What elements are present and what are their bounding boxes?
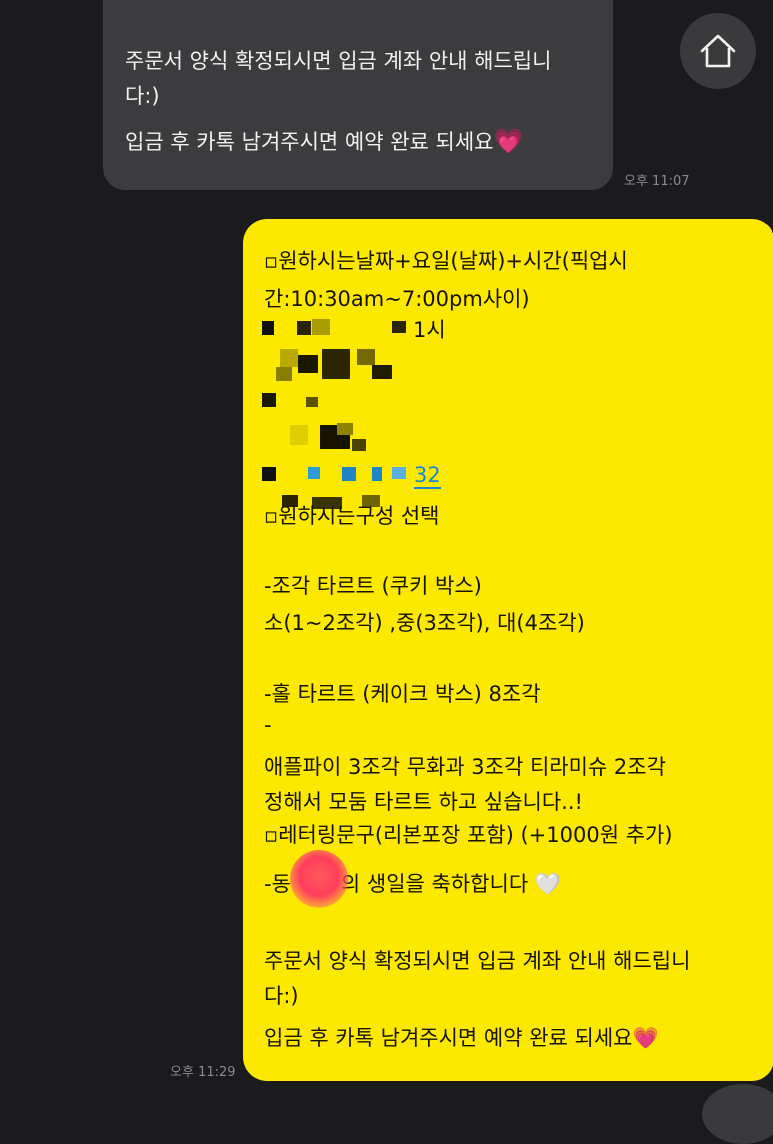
home-button[interactable] <box>680 13 756 89</box>
incoming-message-line: 다:) <box>125 84 160 108</box>
floating-button[interactable] <box>702 1084 773 1144</box>
home-icon <box>700 34 736 68</box>
message-line: -홀 타르트 (케이크 박스) 8조각 <box>264 682 541 706</box>
phone-link[interactable]: 32 <box>414 463 441 489</box>
white-heart-emoji: 🤍 <box>534 872 561 896</box>
bubble-tail <box>744 222 773 244</box>
incoming-timestamp: 오후 11:07 <box>624 174 690 189</box>
message-line: -조각 타르트 (쿠키 박스) <box>264 574 482 598</box>
message-line: 간:10:30am~7:00pm사이) <box>264 287 530 311</box>
heart-emoji: 💗 <box>493 127 524 155</box>
message-line: 정해서 모둠 타르트 하고 싶습니다..! <box>264 790 583 814</box>
message-line: - <box>264 713 272 737</box>
message-line: 입금 후 카톡 남겨주시면 예약 완료 되세요💗 <box>264 1026 659 1050</box>
message-line: ▫레터링문구(리본포장 포함) (+1000원 추가) <box>264 823 673 847</box>
message-line: 32 <box>414 463 441 489</box>
message-line: 애플파이 3조각 무화과 3조각 티라미슈 2조각 <box>264 755 666 779</box>
message-line: ▫원하시는날짜+요일(날짜)+시간(픽업시 <box>264 249 628 273</box>
outgoing-timestamp: 오후 11:29 <box>170 1065 236 1080</box>
message-line: 주문서 양식 확정되시면 입금 계좌 안내 해드립니 <box>264 949 691 973</box>
incoming-message-line: 입금 후 카톡 남겨주시면 예약 완료 되세요💗 <box>125 127 524 155</box>
message-line: 다:) <box>264 984 299 1008</box>
incoming-message-bubble[interactable]: 주문서 양식 확정되시면 입금 계좌 안내 해드립니 다:) 입금 후 카톡 남… <box>103 0 613 190</box>
message-line: ▫원하시는구성 선택 <box>264 504 440 528</box>
message-line: 소(1~2조각) ,중(3조각), 대(4조각) <box>264 611 585 635</box>
red-heart-sticker <box>290 850 348 908</box>
incoming-message-line: 주문서 양식 확정되시면 입금 계좌 안내 해드립니 <box>125 49 552 73</box>
heart-emoji: 💗 <box>632 1026 659 1050</box>
